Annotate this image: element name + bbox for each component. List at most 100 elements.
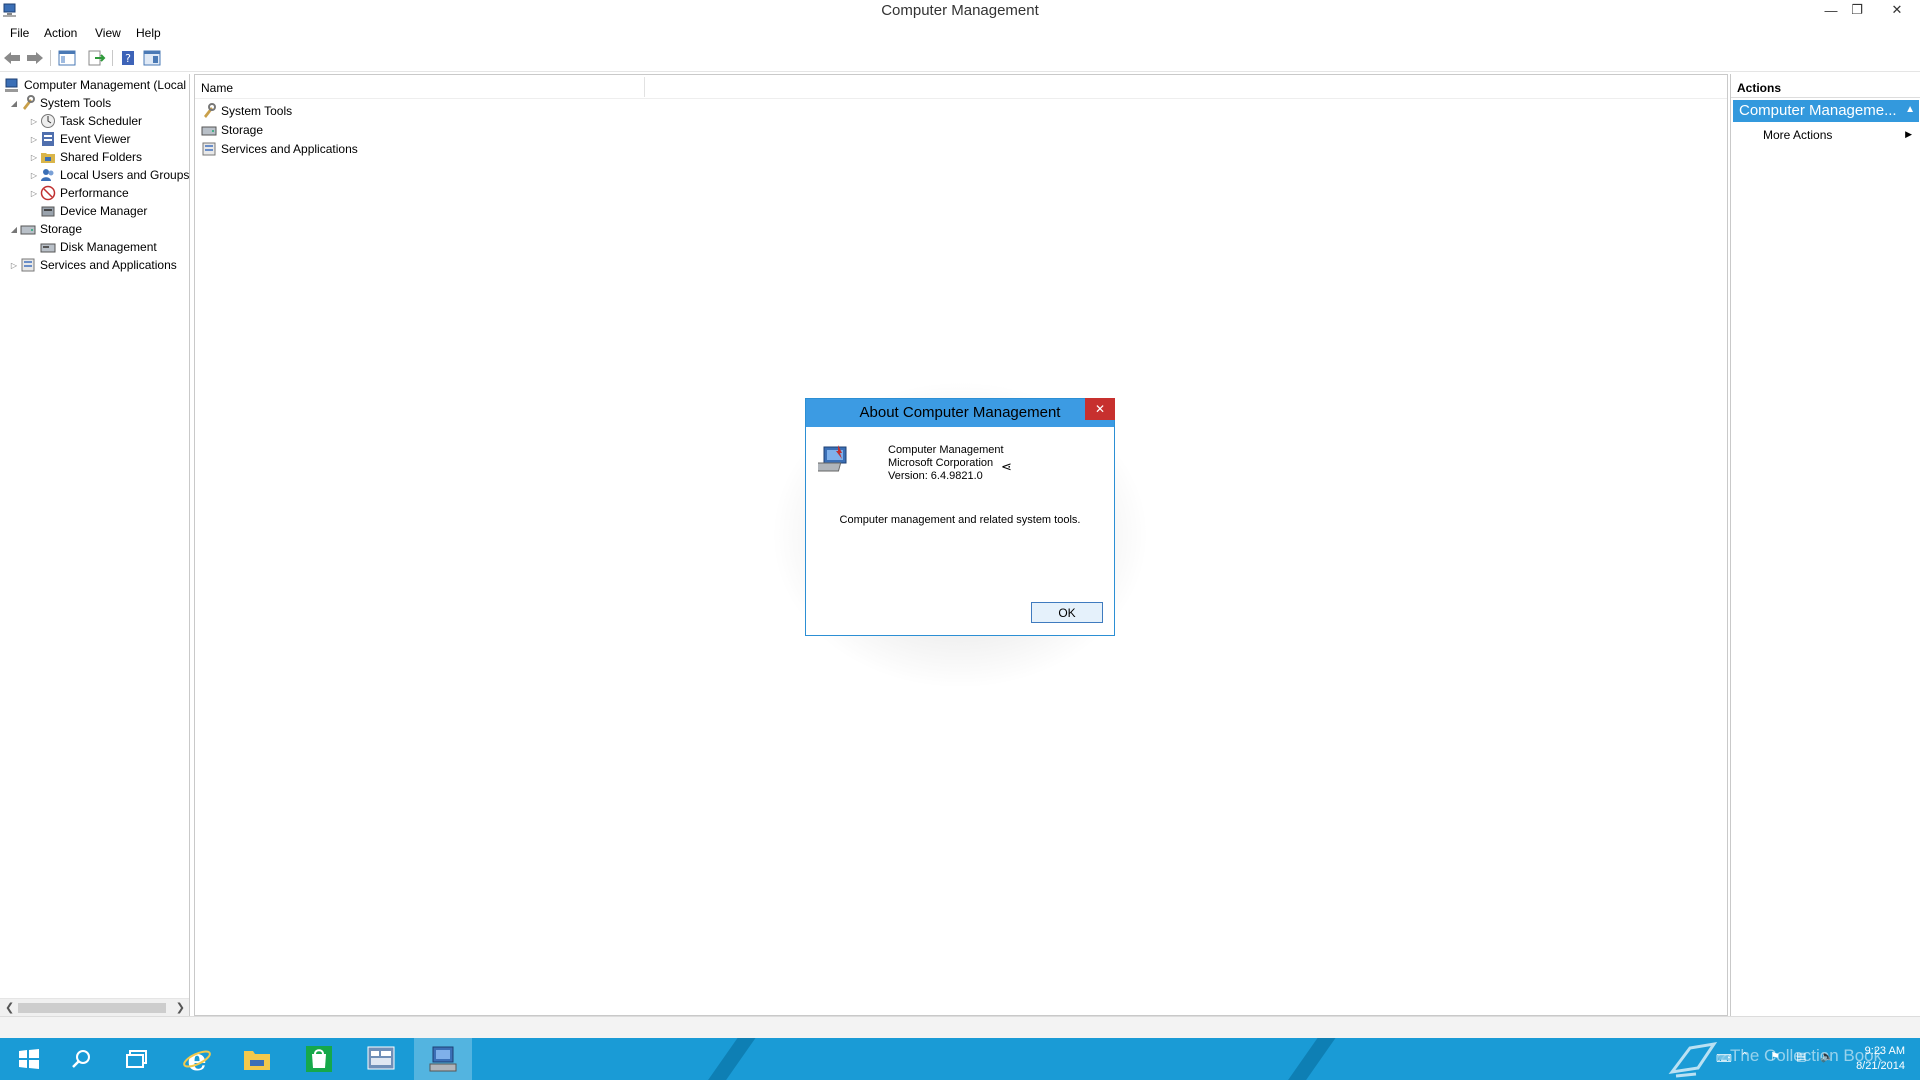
dialog-close-button[interactable]: ✕	[1085, 398, 1115, 420]
system-clock[interactable]: 9:23 AM 8/21/2014	[1843, 1044, 1905, 1074]
forward-button[interactable]	[25, 48, 45, 68]
collapsed-arrow-icon[interactable]: ▷	[28, 135, 40, 144]
expanded-arrow-icon[interactable]: ◢	[8, 99, 20, 108]
system-tray: ⌨ ⌃ ⚑ ▤ 🔈	[1712, 1038, 1842, 1080]
export-list-button[interactable]	[87, 48, 107, 68]
storage-icon	[201, 122, 217, 138]
tree-item-label: Disk Management	[60, 240, 157, 254]
back-button[interactable]	[2, 48, 22, 68]
toolbar: ?	[0, 44, 1920, 72]
start-button[interactable]	[0, 1038, 58, 1080]
tree-item-task-scheduler[interactable]: ▷ Task Scheduler	[28, 112, 142, 130]
tree-horizontal-scrollbar[interactable]: ❮ ❯	[0, 998, 189, 1016]
list-item-label: Storage	[221, 123, 264, 137]
network-icon[interactable]: ▤	[1796, 1050, 1806, 1063]
back-arrow-icon	[4, 52, 20, 64]
task-scheduler-icon	[40, 113, 56, 129]
menu-action[interactable]: Action	[44, 26, 77, 40]
scroll-left-icon[interactable]: ❮	[5, 1001, 14, 1014]
taskbar-server-manager[interactable]	[352, 1038, 410, 1080]
show-hide-console-tree-button[interactable]	[57, 48, 77, 68]
close-icon: ✕	[1891, 2, 1903, 17]
text-cursor-icon: ⋖	[1001, 459, 1012, 474]
menu-view[interactable]: View	[95, 26, 121, 40]
actions-group-computer-management[interactable]: Computer Manageme... ▲	[1733, 100, 1919, 122]
keyboard-icon[interactable]: ⌨	[1716, 1052, 1732, 1065]
menu-file[interactable]: File	[10, 26, 29, 40]
tree-item-label: Performance	[60, 186, 129, 200]
tree-item-event-viewer[interactable]: ▷ Event Viewer	[28, 130, 130, 148]
actions-header: Actions	[1731, 78, 1920, 98]
tree-item-performance[interactable]: ▷ Performance	[28, 184, 129, 202]
close-icon: ✕	[1094, 402, 1106, 416]
dialog-product-name: Computer Management	[888, 444, 1004, 456]
restore-icon: ❐	[1851, 2, 1863, 17]
console-tree: Computer Management (Local ◢ System Tool…	[0, 74, 190, 1016]
menu-help[interactable]: Help	[136, 26, 161, 40]
tree-item-label: Device Manager	[60, 204, 148, 218]
tree-item-label: Storage	[40, 222, 83, 236]
taskbar-decoration	[695, 1038, 763, 1080]
scroll-right-icon[interactable]: ❯	[176, 1001, 185, 1014]
list-item-services-and-applications[interactable]: Services and Applications	[201, 140, 358, 158]
list-item-system-tools[interactable]: System Tools	[201, 102, 292, 120]
show-hidden-icons-icon[interactable]: ⌃	[1740, 1050, 1749, 1063]
task-view-button[interactable]	[108, 1038, 166, 1080]
disk-management-icon	[40, 239, 56, 255]
shared-folders-icon	[40, 149, 56, 165]
tree-item-shared-folders[interactable]: ▷ Shared Folders	[28, 148, 142, 166]
action-pane-icon	[143, 50, 161, 66]
title-bar: Computer Management — ❐ ✕	[0, 0, 1920, 24]
minimize-icon: —	[1824, 2, 1838, 18]
tree-item-device-manager[interactable]: Device Manager	[40, 202, 147, 220]
folder-icon	[244, 1051, 270, 1070]
toolbar-separator	[50, 50, 51, 66]
column-divider[interactable]	[644, 77, 645, 97]
taskbar-computer-management[interactable]	[414, 1038, 472, 1080]
system-tools-icon	[201, 103, 217, 119]
about-dialog: About Computer Management ✕ Computer Man…	[805, 398, 1115, 636]
tree-item-services-and-applications[interactable]: ▷ Services and Applications	[8, 256, 177, 274]
volume-icon[interactable]: 🔈	[1820, 1050, 1834, 1063]
list-item-storage[interactable]: Storage	[201, 121, 263, 139]
ok-button[interactable]: OK	[1031, 602, 1103, 623]
tree-item-local-users-and-groups[interactable]: ▷ Local Users and Groups	[28, 166, 189, 184]
restore-button[interactable]: ❐	[1844, 0, 1870, 20]
minimize-button[interactable]: —	[1818, 0, 1844, 20]
collapsed-arrow-icon[interactable]: ▷	[28, 153, 40, 162]
search-icon	[72, 1050, 90, 1068]
store-icon	[306, 1046, 332, 1072]
collapsed-arrow-icon[interactable]: ▷	[28, 189, 40, 198]
taskbar-store[interactable]	[290, 1038, 348, 1080]
column-name-header[interactable]: Name	[201, 81, 233, 95]
taskbar-internet-explorer[interactable]: e	[168, 1038, 226, 1080]
taskbar-decoration	[1275, 1038, 1343, 1080]
tree-item-computer-management[interactable]: Computer Management (Local	[4, 76, 186, 94]
collapse-up-icon[interactable]: ▲	[1905, 104, 1915, 115]
event-viewer-icon	[40, 131, 56, 147]
tree-item-storage[interactable]: ◢ Storage	[8, 220, 82, 238]
collapsed-arrow-icon[interactable]: ▷	[28, 117, 40, 126]
more-actions-item[interactable]: More Actions	[1763, 128, 1832, 142]
action-center-flag-icon[interactable]: ⚑	[1770, 1050, 1780, 1063]
column-header: Name	[195, 75, 1727, 99]
scrollbar-thumb[interactable]	[18, 1003, 166, 1013]
menu-bar: File Action View Help	[0, 24, 1920, 44]
tree-item-disk-management[interactable]: Disk Management	[40, 238, 157, 256]
collapsed-arrow-icon[interactable]: ▷	[28, 171, 40, 180]
close-button[interactable]: ✕	[1884, 0, 1910, 20]
tree-item-system-tools[interactable]: ◢ System Tools	[8, 94, 111, 112]
toolbar-separator	[112, 50, 113, 66]
clock-time: 9:23 AM	[1864, 1045, 1905, 1057]
search-button[interactable]	[52, 1038, 110, 1080]
window-title: Computer Management	[881, 2, 1039, 19]
taskbar-file-explorer[interactable]	[228, 1038, 286, 1080]
task-view-icon	[126, 1050, 147, 1068]
tree-item-label: Local Users and Groups	[60, 168, 190, 182]
server-manager-icon	[367, 1046, 395, 1070]
expanded-arrow-icon[interactable]: ◢	[8, 225, 20, 234]
dialog-version: Version: 6.4.9821.0	[888, 470, 983, 482]
help-button[interactable]: ?	[118, 48, 138, 68]
show-hide-action-pane-button[interactable]	[142, 48, 162, 68]
collapsed-arrow-icon[interactable]: ▷	[8, 261, 20, 270]
